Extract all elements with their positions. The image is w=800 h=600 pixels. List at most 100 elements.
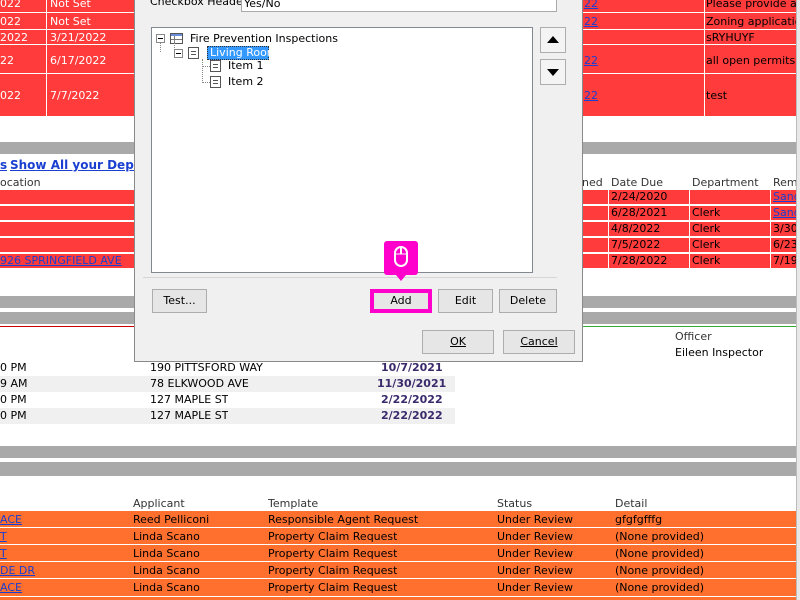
group-frame	[143, 277, 557, 278]
request-link[interactable]: DE DR	[0, 564, 35, 578]
status-cell: Under Review	[497, 564, 574, 577]
test-button[interactable]: Test...	[152, 289, 207, 313]
date-due-header: Date Due	[611, 176, 663, 189]
officer-cell: Eileen Inspector	[675, 346, 764, 359]
applicant-cell: Reed Pelliconi	[133, 513, 210, 526]
window-edge	[796, 0, 800, 600]
inspection-time: 0 PM	[0, 409, 27, 422]
tree-line	[202, 59, 203, 83]
section-divider	[0, 446, 800, 458]
detail-cell: (None provided)	[615, 564, 705, 577]
document-icon	[188, 47, 199, 59]
department-header: Department	[692, 176, 759, 189]
officer-header: Officer	[675, 330, 712, 343]
tree-item-label[interactable]: Item 1	[228, 59, 264, 73]
checkbox-header-input[interactable]: Yes/No	[241, 0, 557, 12]
mouse-icon	[394, 246, 408, 267]
tree-root-label[interactable]: Fire Prevention Inspections	[190, 32, 338, 46]
edit-button[interactable]: Edit	[438, 289, 493, 313]
inspection-time: 0 PM	[0, 393, 27, 406]
top-row-link[interactable]: 22	[584, 0, 598, 11]
inspection-address: 78 ELKWOOD AVE	[150, 377, 249, 390]
inspection-date: 11/30/2021	[377, 377, 447, 390]
template-cell: Property Claim Request	[268, 547, 398, 560]
top-row-link[interactable]: 22	[584, 54, 598, 68]
applicant-cell: Linda Scano	[133, 564, 200, 577]
top-row-date: 22	[0, 54, 14, 67]
move-up-button[interactable]	[540, 27, 566, 53]
inspection-date: 2/22/2022	[381, 393, 443, 406]
department-cell: Clerk	[692, 206, 721, 219]
template-cell: Property Claim Request	[268, 581, 398, 594]
tree-item-label[interactable]: Item 2	[228, 75, 264, 89]
inspection-address: 127 MAPLE ST	[150, 393, 229, 406]
top-row-link[interactable]: 22	[584, 89, 598, 103]
checkbox-header-label: Checkbox Header	[150, 0, 248, 8]
assigned-header: ned	[582, 176, 603, 189]
checklist-editor-dialog: Checkbox Header Yes/No Fire Prevention I…	[134, 0, 583, 362]
detail-header: Detail	[615, 497, 648, 510]
move-down-button[interactable]	[540, 59, 566, 85]
inspection-date: 2/22/2022	[381, 409, 443, 422]
cancel-button[interactable]: Cancel	[503, 330, 575, 354]
location-header: ocation	[0, 176, 41, 189]
department-cell: Clerk	[692, 238, 721, 251]
delete-button[interactable]: Delete	[499, 289, 557, 313]
top-row-link[interactable]: 22	[584, 15, 598, 29]
red-rule	[0, 326, 134, 327]
checkbox-header-value: Yes/No	[244, 0, 281, 10]
top-row-status: 7/7/2022	[50, 89, 100, 102]
applicant-cell: Linda Scano	[133, 547, 200, 560]
top-row-note: test	[706, 89, 728, 102]
grid-icon	[170, 33, 183, 44]
request-link[interactable]: ACE	[0, 513, 22, 527]
inspection-date: 10/7/2021	[381, 361, 443, 374]
collapse-child-icon[interactable]	[174, 49, 183, 58]
top-row-date: 022	[0, 15, 21, 28]
location-link[interactable]: 926 SPRINGFIELD AVE	[0, 254, 122, 268]
top-row-note: Zoning application f	[706, 15, 800, 28]
status-cell: Under Review	[497, 513, 574, 526]
top-row-status: Not Set	[50, 0, 91, 10]
detail-cell: (None provided)	[615, 581, 705, 594]
status-cell: Under Review	[497, 547, 574, 560]
inspection-address: 190 PITTSFORD WAY	[150, 361, 263, 374]
top-row-date: 022	[0, 89, 21, 102]
detail-cell: (None provided)	[615, 547, 705, 560]
arrow-down-icon	[547, 69, 559, 76]
applicant-cell: Linda Scano	[133, 581, 200, 594]
status-header: Status	[497, 497, 533, 510]
applicant-header: Applicant	[133, 497, 185, 510]
date-due-cell: 4/8/2022	[611, 222, 661, 235]
inspection-address: 127 MAPLE ST	[150, 409, 229, 422]
top-row-note: Please provide all D	[706, 0, 800, 10]
department-cell: Clerk	[692, 254, 721, 267]
detail-cell: (None provided)	[615, 530, 705, 543]
date-due-cell: 6/28/2021	[611, 206, 668, 219]
top-row-date: 2022	[0, 31, 28, 44]
ok-button[interactable]: OK	[422, 330, 494, 354]
checklist-tree[interactable]: Fire Prevention Inspections Living Room …	[151, 27, 533, 273]
date-due-cell: 7/5/2022	[611, 238, 661, 251]
top-row-status: 3/21/2022	[50, 31, 107, 44]
applicant-cell: Linda Scano	[133, 530, 200, 543]
top-row-status: Not Set	[50, 15, 91, 28]
detail-cell: gfgfgfffg	[615, 513, 663, 526]
tree-child-label[interactable]: Living Room	[210, 46, 278, 60]
request-link[interactable]: T	[0, 547, 7, 561]
request-link[interactable]: T	[0, 530, 7, 544]
item-icon	[210, 60, 221, 72]
top-row-status: 6/17/2022	[50, 54, 107, 67]
template-cell: Responsible Agent Request	[268, 513, 419, 526]
click-marker	[384, 241, 418, 275]
show-all-link-prefix[interactable]: s	[0, 158, 7, 172]
section-divider	[0, 462, 800, 476]
add-button[interactable]: Add	[370, 289, 432, 313]
tree-line	[160, 43, 161, 52]
top-row-date: 022	[0, 0, 21, 10]
collapse-root-icon[interactable]	[156, 34, 165, 43]
top-row-note: sRYHUYF	[706, 31, 755, 44]
department-cell: Clerk	[692, 222, 721, 235]
request-link[interactable]: ACE	[0, 581, 22, 595]
status-cell: Under Review	[497, 530, 574, 543]
